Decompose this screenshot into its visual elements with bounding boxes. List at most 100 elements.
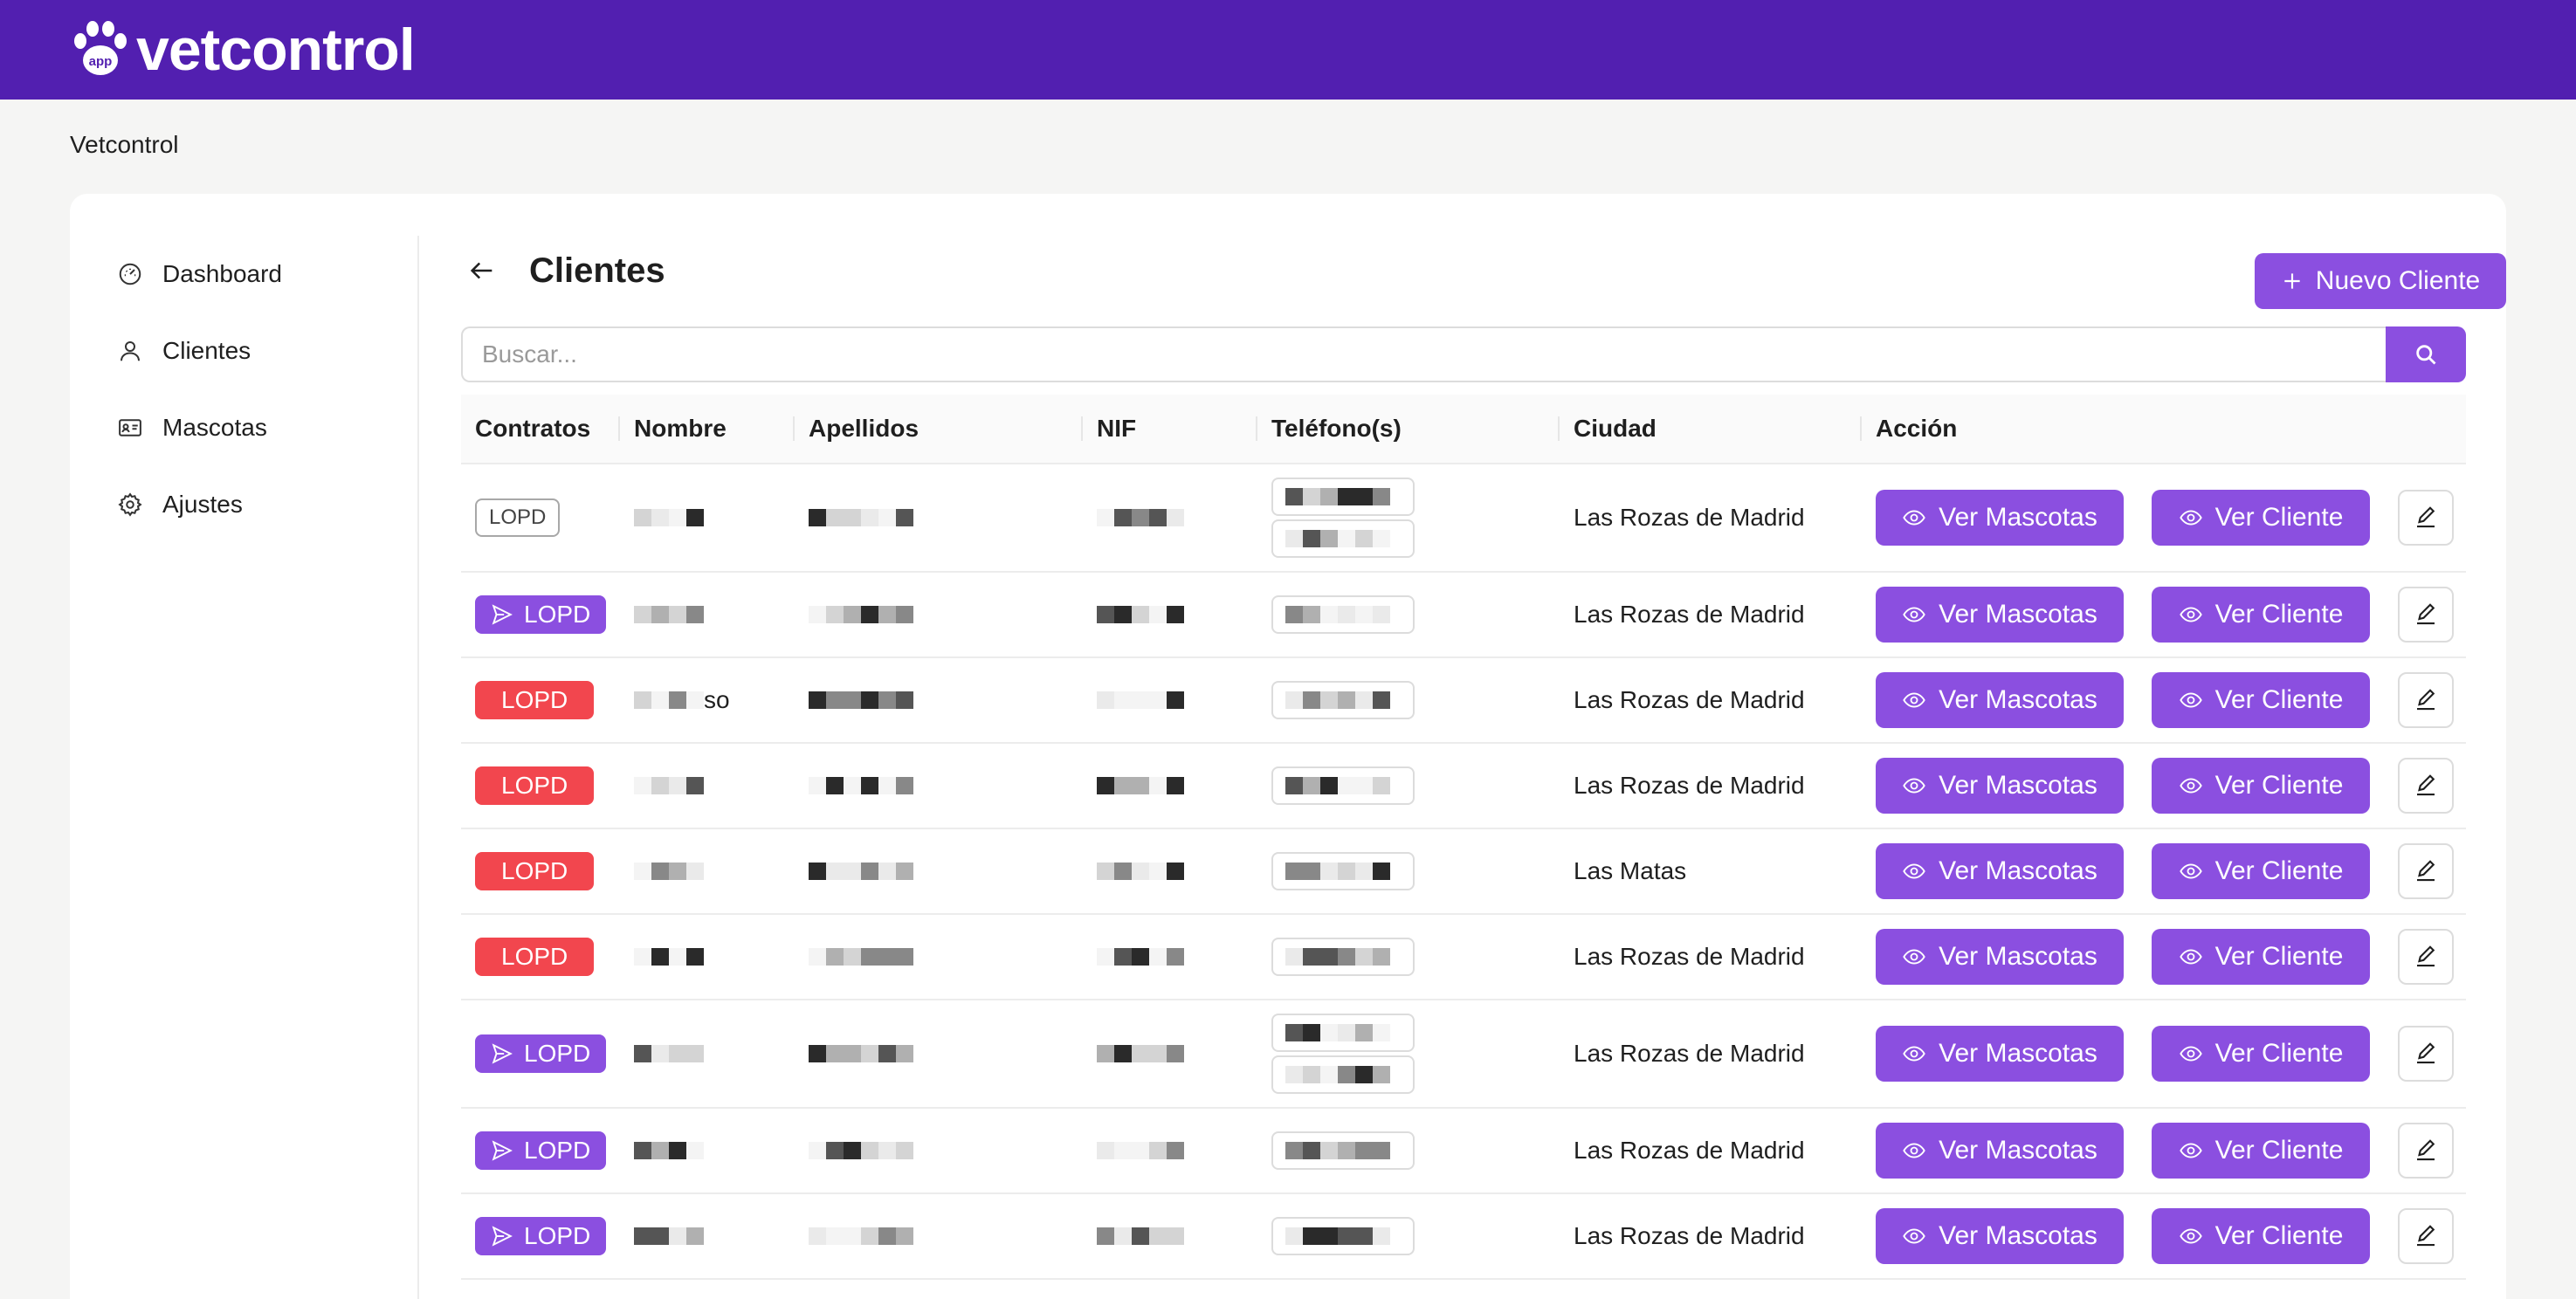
lopd-badge[interactable]: LOPD [475, 1217, 607, 1255]
sidebar-item-ajustes[interactable]: Ajustes [70, 466, 417, 543]
cell-ciudad: Las Rozas de Madrid [1560, 1040, 1862, 1068]
redacted-nif [1097, 606, 1184, 623]
top-bar: app vetcontrol [0, 0, 2576, 100]
cell-nif [1083, 777, 1257, 794]
cell-contract: LOPD [461, 1034, 620, 1073]
eye-icon [2179, 863, 2202, 879]
redacted-phone [1271, 519, 1415, 558]
brand-logo[interactable]: app vetcontrol [70, 15, 416, 85]
cell-apellidos [795, 863, 1083, 880]
back-button[interactable] [461, 250, 503, 292]
phone-list [1271, 1131, 1415, 1170]
cell-accion: Ver Mascotas Ver Cliente [1862, 1208, 2466, 1264]
cell-nif [1083, 606, 1257, 623]
pencil-icon [2417, 506, 2435, 528]
table-header: Contratos Nombre Apellidos NIF Teléfono(… [461, 395, 2466, 464]
user-icon [121, 341, 140, 361]
redacted-nombre [634, 863, 704, 880]
cell-telefono [1257, 1131, 1560, 1170]
redacted-apellidos [809, 1142, 913, 1159]
cell-nombre: so [620, 686, 795, 714]
ver-cliente-button[interactable]: Ver Cliente [2152, 843, 2370, 899]
ver-mascotas-button[interactable]: Ver Mascotas [1876, 1123, 2124, 1179]
header-telefonos[interactable]: Teléfono(s) [1257, 394, 1560, 464]
cell-accion: Ver Mascotas Ver Cliente [1862, 587, 2466, 643]
edit-button[interactable] [2398, 929, 2454, 985]
redacted-nombre [634, 606, 704, 623]
lopd-label: LOPD [524, 1040, 591, 1067]
ver-cliente-button[interactable]: Ver Cliente [2152, 1208, 2370, 1264]
table-row: LOPD so Las Rozas de Madrid Ver Mascotas… [461, 658, 2466, 744]
cell-ciudad: Las Matas [1560, 857, 1862, 885]
ver-mascotas-button[interactable]: Ver Mascotas [1876, 1026, 2124, 1082]
header-apellidos[interactable]: Apellidos [795, 394, 1083, 464]
edit-button[interactable] [2398, 1208, 2454, 1264]
lopd-badge[interactable]: LOPD [475, 1034, 607, 1073]
ver-cliente-button[interactable]: Ver Cliente [2152, 1123, 2370, 1179]
cell-apellidos [795, 606, 1083, 623]
redacted-phone [1271, 1131, 1415, 1170]
breadcrumb[interactable]: Vetcontrol [70, 131, 179, 159]
lopd-badge[interactable]: LOPD [475, 681, 595, 719]
eye-icon [1903, 778, 1925, 794]
sidebar-item-dashboard[interactable]: Dashboard [70, 236, 417, 313]
eye-icon [2179, 692, 2202, 708]
ver-mascotas-label: Ver Mascotas [1939, 600, 2097, 629]
edit-button[interactable] [2398, 758, 2454, 814]
ver-mascotas-button[interactable]: Ver Mascotas [1876, 758, 2124, 814]
header-ciudad[interactable]: Ciudad [1560, 394, 1862, 464]
edit-button[interactable] [2398, 490, 2454, 546]
sidebar-item-mascotas[interactable]: Mascotas [70, 389, 417, 466]
ver-cliente-button[interactable]: Ver Cliente [2152, 672, 2370, 728]
cell-telefono [1257, 766, 1560, 805]
header-nombre[interactable]: Nombre [620, 394, 795, 464]
ver-cliente-button[interactable]: Ver Cliente [2152, 587, 2370, 643]
eye-icon [1903, 1143, 1925, 1158]
sidebar-item-clientes[interactable]: Clientes [70, 313, 417, 389]
ver-mascotas-button[interactable]: Ver Mascotas [1876, 929, 2124, 985]
lopd-badge[interactable]: LOPD [475, 498, 561, 537]
lopd-badge[interactable]: LOPD [475, 595, 607, 634]
ver-cliente-label: Ver Cliente [2214, 685, 2344, 714]
edit-button[interactable] [2398, 1026, 2454, 1082]
search-input[interactable] [461, 326, 2386, 382]
lopd-badge[interactable]: LOPD [475, 938, 595, 976]
lopd-badge[interactable]: LOPD [475, 766, 595, 805]
ver-cliente-button[interactable]: Ver Cliente [2152, 490, 2370, 546]
edit-button[interactable] [2398, 587, 2454, 643]
header-contratos[interactable]: Contratos [461, 394, 620, 464]
cell-nombre [620, 1142, 795, 1159]
phone-list [1271, 852, 1415, 890]
edit-button[interactable] [2398, 672, 2454, 728]
ver-mascotas-button[interactable]: Ver Mascotas [1876, 1208, 2124, 1264]
ver-cliente-label: Ver Cliente [2214, 942, 2344, 971]
ver-mascotas-button[interactable]: Ver Mascotas [1876, 672, 2124, 728]
ver-cliente-button[interactable]: Ver Cliente [2152, 758, 2370, 814]
cell-contract: LOPD [461, 595, 620, 634]
search-button[interactable] [2386, 326, 2466, 382]
edit-button[interactable] [2398, 843, 2454, 899]
redacted-phone [1271, 766, 1415, 805]
ver-mascotas-button[interactable]: Ver Mascotas [1876, 587, 2124, 643]
header-nif[interactable]: NIF [1083, 394, 1257, 464]
redacted-apellidos [809, 948, 913, 966]
cell-accion: Ver Mascotas Ver Cliente [1862, 672, 2466, 728]
lopd-badge[interactable]: LOPD [475, 1131, 607, 1170]
cell-contract: LOPD [461, 852, 620, 890]
edit-button[interactable] [2398, 1123, 2454, 1179]
new-client-button[interactable]: Nuevo Cliente [2255, 253, 2506, 309]
redacted-nif [1097, 948, 1184, 966]
pencil-icon [2417, 1225, 2435, 1247]
cell-nombre [620, 509, 795, 526]
ver-cliente-button[interactable]: Ver Cliente [2152, 929, 2370, 985]
cell-apellidos [795, 777, 1083, 794]
redacted-phone [1271, 595, 1415, 634]
redacted-nif [1097, 1227, 1184, 1245]
ver-cliente-label: Ver Cliente [2214, 503, 2344, 532]
ver-cliente-button[interactable]: Ver Cliente [2152, 1026, 2370, 1082]
eye-icon [1903, 1228, 1925, 1244]
ver-mascotas-button[interactable]: Ver Mascotas [1876, 843, 2124, 899]
lopd-badge[interactable]: LOPD [475, 852, 595, 890]
ver-mascotas-button[interactable]: Ver Mascotas [1876, 490, 2124, 546]
send-icon [492, 1043, 513, 1064]
